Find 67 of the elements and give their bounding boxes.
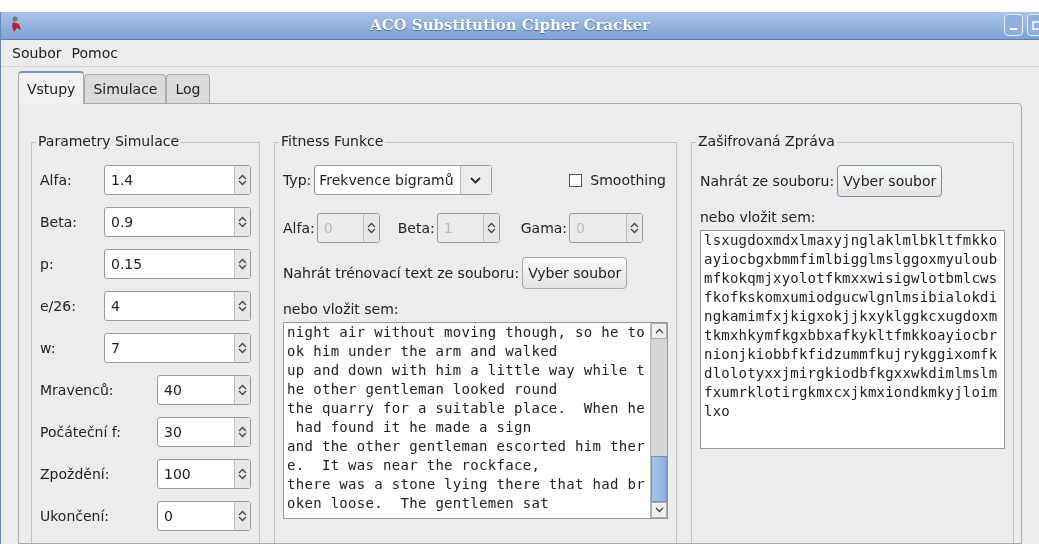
spin-down-icon[interactable] <box>238 390 247 396</box>
group-title: Zašifrovaná Zpráva <box>696 133 837 149</box>
field-label: Mravenců: <box>40 382 115 398</box>
checkbox-label: Smoothing <box>590 172 666 188</box>
minimize-icon <box>1010 28 1017 31</box>
spin-down-icon[interactable] <box>238 474 247 480</box>
spin-down-icon[interactable] <box>238 348 247 354</box>
spin-box[interactable]: 30 <box>157 417 251 447</box>
smoothing-checkbox[interactable] <box>569 173 583 187</box>
scroll-down-icon[interactable] <box>654 507 664 513</box>
scroll-thumb[interactable] <box>651 456 667 502</box>
scrollbar[interactable] <box>650 323 667 518</box>
cipher-text-area[interactable]: lsxugdoxmdxlmaxyjnglaklmlbkltfmkko ayiocbgxbmmfimlbigglmslggoxmyuloub mfkokqmjxyolotfkmxxwisigwlotbmlcws fkofkskomxumiodgucwlgnlmsibialokdi ngkamimfxjkigxokjjkxyklggkcxugdoxm tkmxhkymfkgxbbxafkykltfmkkoayiocbr nionjkiobbfkfidzummfkujrykggixomfk dlolotyxxjmirgkiodbfkgxxwkdimlmslm fxumrklotirgkmxcxjkmxiondkmkyjloim lxo <box>700 230 1005 449</box>
load-label: Nahrát ze souboru: <box>700 173 835 189</box>
scroll-up-icon[interactable] <box>654 328 664 334</box>
spin-box[interactable]: 1.4 <box>104 165 251 195</box>
tab[interactable]: Vstupy <box>18 71 85 104</box>
choose-file-button[interactable]: Vyber soubor <box>837 165 943 197</box>
paste-label: nebo vložit sem: <box>283 301 399 317</box>
group-title: Fitness Funkce <box>279 133 386 149</box>
tab[interactable]: Log <box>166 74 210 103</box>
maximize-icon <box>1032 20 1039 30</box>
spin-down-icon[interactable] <box>238 516 247 522</box>
choose-file-button[interactable]: Vyber soubor <box>522 257 628 289</box>
spin-up-icon[interactable] <box>238 216 247 222</box>
spin-up-icon[interactable] <box>238 468 247 474</box>
tab[interactable]: Simulace <box>84 74 167 103</box>
spin-up-icon[interactable] <box>238 258 247 264</box>
field-label: Počáteční f: <box>40 424 122 440</box>
field-label: w: <box>40 340 57 356</box>
paste-label: nebo vložit sem: <box>700 209 816 225</box>
field-label: Gama: <box>520 220 568 236</box>
type-dropdown[interactable]: Frekvence bigramů <box>314 165 492 195</box>
spin-down-icon[interactable] <box>238 264 247 270</box>
spin-down-icon[interactable] <box>238 222 247 228</box>
spin-box[interactable]: 40 <box>157 375 251 405</box>
menu-item[interactable]: Pomoc <box>70 42 119 63</box>
field-label: e/26: <box>40 298 77 314</box>
spin-up-icon[interactable] <box>238 426 247 432</box>
spin-box[interactable]: 4 <box>104 291 251 321</box>
field-label: Alfa: <box>40 172 73 188</box>
spin-box[interactable]: 7 <box>104 333 251 363</box>
load-label: Nahrát trénovací text ze souboru: <box>283 265 520 281</box>
spin-up-icon[interactable] <box>238 510 247 516</box>
spin-up-icon[interactable] <box>238 342 247 348</box>
spin-box[interactable]: 0.9 <box>104 207 251 237</box>
type-label: Typ: <box>283 172 312 188</box>
field-label: Beta: <box>397 220 435 236</box>
menu-item[interactable]: Soubor <box>11 42 63 63</box>
window-title: ACO Substitution Cipher Cracker <box>369 16 651 35</box>
field-label: Alfa: <box>283 220 315 236</box>
field-label: Zpoždění: <box>40 466 111 482</box>
spin-box[interactable]: 0.15 <box>104 249 251 279</box>
dropdown-caret-icon <box>470 176 481 184</box>
spin-box[interactable]: 0 <box>157 501 251 531</box>
spin-down-icon[interactable] <box>238 306 247 312</box>
field-label: Ukončení: <box>40 508 111 524</box>
spin-down-icon[interactable] <box>238 432 247 438</box>
training-text-area[interactable]: night air without moving though, so he to ok him under the arm and walked up and down with him a little way while t he other gentleman looked round the quarry for a suitable place. When he had found it he made a sign and the other gentleman escorted him ther e. It was near the rockface, there was a stone lying there that had br oken loose. The gentlemen sat <box>283 322 668 519</box>
spin-up-icon[interactable] <box>238 174 247 180</box>
spin-box[interactable]: 100 <box>157 459 251 489</box>
spin-down-icon[interactable] <box>238 180 247 186</box>
spin-up-icon[interactable] <box>238 384 247 390</box>
group-title: Parametry Simulace <box>36 133 182 149</box>
field-label: p: <box>40 256 55 272</box>
spin-up-icon[interactable] <box>238 300 247 306</box>
field-label: Beta: <box>40 214 78 230</box>
